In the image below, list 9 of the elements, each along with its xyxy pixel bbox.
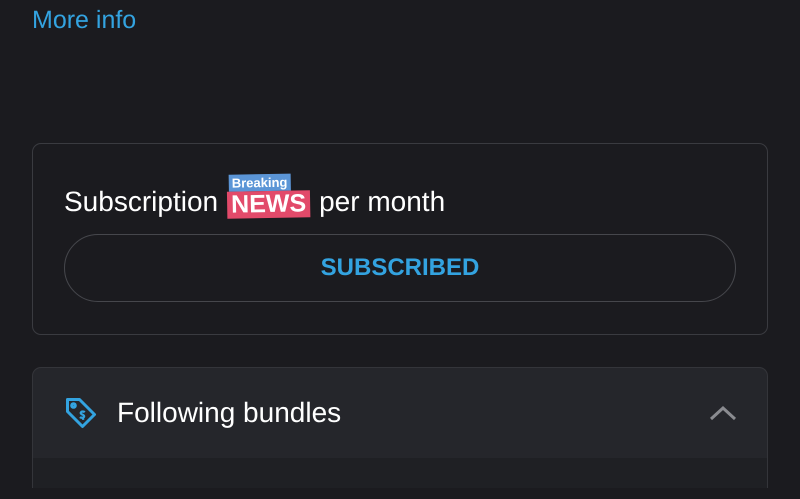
bundles-title: Following bundles (117, 397, 342, 429)
price-tag-icon (63, 395, 99, 431)
sticker-label: NEWS (227, 190, 310, 219)
period-label: per month (319, 186, 446, 218)
subscription-label: Subscription (64, 186, 218, 218)
sticker-label: Breaking (228, 174, 291, 192)
chevron-up-icon[interactable] (709, 405, 737, 421)
subscribed-button[interactable]: SUBSCRIBED (64, 234, 736, 302)
more-info-link[interactable]: More info (32, 6, 136, 35)
